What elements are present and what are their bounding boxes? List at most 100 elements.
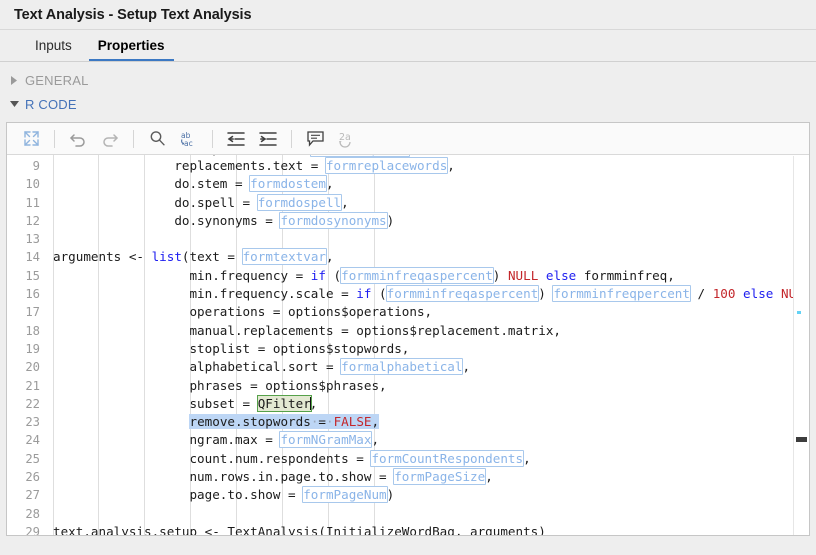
chevron-down-icon <box>7 100 21 108</box>
code-line: 20 alphabetical.sort = formalphabetical, <box>7 358 809 376</box>
code-line: 19 stoplist = options$stopwords, <box>7 340 809 358</box>
code-line-text: do.spell = formdospell, <box>53 193 349 211</box>
svg-text:ac: ac <box>184 139 193 148</box>
code-line-text: arguments <- list(text = formtextvar, <box>53 248 334 266</box>
gutter-line-number: 11 <box>25 195 40 210</box>
code-line: 26 num.rows.in.page.to.show = formPageSi… <box>7 468 809 486</box>
gutter-line-number: 18 <box>25 323 40 338</box>
gutter-line-number: 14 <box>25 250 40 265</box>
code-line-text: page.to.show = formPageNum) <box>53 486 395 504</box>
code-line-selected: 23 remove.stopwords·=·FALSE, <box>7 413 809 431</box>
code-line: 18 manual.replacements = options$replace… <box>7 322 809 340</box>
gutter-line-number: 13 <box>25 232 40 247</box>
outdent-icon[interactable] <box>222 126 250 152</box>
code-line-text: operations = options$operations, <box>53 304 433 320</box>
code-line: 12 do.synonyms = formdosynonyms) <box>7 211 809 230</box>
code-line: 25 count.num.respondents = formCountResp… <box>7 449 809 468</box>
section-label-rcode: R CODE <box>25 96 77 112</box>
code-line: 11 do.spell = formdospell, <box>7 193 809 212</box>
undo-arrow-icon[interactable] <box>64 126 92 152</box>
form-token: formPageNum <box>302 486 388 504</box>
gutter-line-number: 24 <box>25 433 40 448</box>
redo-arrow-icon[interactable] <box>96 126 124 152</box>
code-line-cursor: 22 subset = QFilter, <box>7 394 809 413</box>
toolbar-separator <box>291 129 292 148</box>
code-line-text: do.synonyms = formdosynonyms) <box>53 211 395 229</box>
expand-arrows-icon[interactable] <box>17 126 45 152</box>
code-line-text: stoplist = options$stopwords, <box>53 340 410 356</box>
code-line-text: num.rows.in.page.to.show = formPageSize, <box>53 468 493 486</box>
form-token: formCountRespondents <box>370 449 525 467</box>
comment-bubble-icon[interactable] <box>301 126 329 152</box>
gutter-line-number: 19 <box>25 341 40 356</box>
gutter-line-number: 21 <box>25 378 40 393</box>
toolbar-separator <box>54 129 55 148</box>
gutter-line-number: 25 <box>25 451 40 466</box>
gutter-line-number: 28 <box>25 506 40 521</box>
tab-strip: Inputs Properties <box>0 30 816 62</box>
code-line-text: ngram.max = formNGramMax, <box>53 431 380 449</box>
editor-toolbar: ab ac 2a <box>7 123 809 155</box>
editor-vertical-scrollbar[interactable] <box>793 156 809 535</box>
tab-inputs-label: Inputs <box>35 38 72 53</box>
toolbar-separator <box>133 129 134 148</box>
gutter-line-number: 10 <box>25 177 40 192</box>
magnifier-icon[interactable] <box>143 126 171 152</box>
code-line-text: do.stem = formdostem, <box>53 175 334 193</box>
code-line-text: subset = QFilter, <box>53 394 318 412</box>
form-token: formalphabetical <box>340 358 464 376</box>
code-line: 15 min.frequency = if (formminfreqasperc… <box>7 266 809 285</box>
toolbar-separator <box>212 129 213 148</box>
gutter-line-number: 26 <box>25 470 40 485</box>
indent-icon[interactable] <box>254 126 282 152</box>
ab-ac-replace-icon[interactable]: ab ac <box>175 126 203 152</box>
form-token: formtextvar <box>241 248 327 266</box>
gutter-line-number: 20 <box>25 360 40 375</box>
form-token: formreplacewords <box>324 157 449 174</box>
properties-sections: GENERAL R CODE <box>0 62 816 116</box>
selection-highlight: remove.stopwords·=·FALSE, <box>189 414 380 430</box>
form-token: formminfreqaspercent <box>385 285 540 303</box>
code-line-text: min.frequency = if (formminfreqaspercent… <box>53 266 675 284</box>
form-token: formNGramMax <box>279 431 373 449</box>
replace-all-icon[interactable]: 2a <box>333 126 361 152</box>
text-cursor <box>309 396 311 410</box>
match-highlight: QFilter <box>256 394 312 412</box>
code-line-text: replacements.text = formreplacewords, <box>53 157 455 174</box>
code-line-text: text.analysis.setup <- TextAnalysis(Init… <box>53 523 546 535</box>
code-line-text: manual.replacements = options$replacemen… <box>53 322 561 338</box>
form-token: formPageSize <box>393 468 487 486</box>
gutter-line-number: 17 <box>25 305 40 320</box>
code-line: 28 <box>7 505 809 523</box>
code-line: 27 page.to.show = formPageNum) <box>7 486 809 504</box>
section-header-rcode[interactable]: R CODE <box>0 92 816 116</box>
scrollbar-selection-marker <box>797 311 801 314</box>
tab-properties-label: Properties <box>97 38 165 53</box>
code-line-text: min.frequency.scale = if (formminfreqasp… <box>53 285 809 303</box>
code-line: 29 text.analysis.setup <- TextAnalysis(I… <box>7 523 809 535</box>
code-line: 9 replacements.text = formreplacewords, <box>7 157 809 175</box>
window-title: Text Analysis - Setup Text Analysis <box>14 6 252 23</box>
code-line-text: phrases = options$phrases, <box>53 377 387 393</box>
gutter-line-number: 15 <box>25 268 40 283</box>
gutter-line-number: 22 <box>25 396 40 411</box>
code-line: 16 min.frequency.scale = if (formminfreq… <box>7 285 809 303</box>
gutter-line-number: 16 <box>25 287 40 302</box>
code-line: 24 ngram.max = formNGramMax, <box>7 431 809 449</box>
scrollbar-thumb[interactable] <box>796 437 807 442</box>
tab-inputs[interactable]: Inputs <box>22 30 85 61</box>
gutter-line-number: 12 <box>25 213 40 228</box>
code-line-text: count.num.respondents = formCountRespond… <box>53 449 531 467</box>
form-token: formdospell <box>256 193 343 211</box>
form-token: formdostem <box>249 175 327 193</box>
section-header-general[interactable]: GENERAL <box>0 68 816 92</box>
gutter-line-number: 27 <box>25 488 40 503</box>
gutter-line-number: 23 <box>25 415 40 430</box>
code-editor-area[interactable]: do.replacements = formdoreplace, 9 repla… <box>7 155 809 535</box>
form-token: formdosynonyms <box>279 211 388 229</box>
gutter-line-number: 29 <box>25 524 40 535</box>
code-scroll-content: do.replacements = formdoreplace, 9 repla… <box>7 155 809 535</box>
tab-properties[interactable]: Properties <box>85 30 178 61</box>
